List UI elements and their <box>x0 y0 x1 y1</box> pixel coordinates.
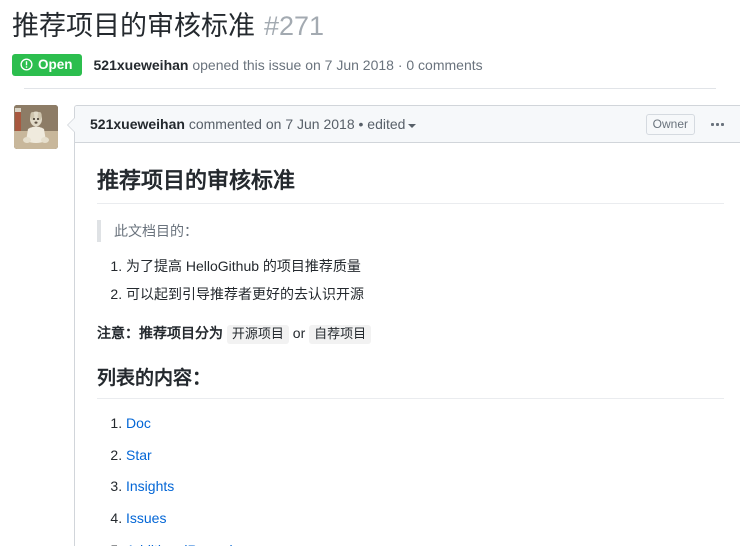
comment-header-actions: Owner <box>645 113 726 135</box>
chevron-down-icon <box>408 123 417 128</box>
note-or: or <box>292 324 306 341</box>
content-link-list: Doc Star Insights Issues AdditionalRemar… <box>97 413 724 546</box>
kebab-menu-icon[interactable] <box>709 119 726 130</box>
issue-opened-icon <box>20 58 33 71</box>
comment-header: 521xueweihan commented on 7 Jun 2018 • e… <box>75 106 740 144</box>
comment-author-link[interactable]: 521xueweihan <box>90 116 185 132</box>
issue-meta-row: Open 521xueweihan opened this issue on 7… <box>12 53 728 77</box>
note-code-self-recommend: 自荐项目 <box>309 324 372 344</box>
list-item: Doc <box>126 413 724 435</box>
header-divider <box>24 88 716 90</box>
owner-badge: Owner <box>645 113 695 135</box>
issue-meta-action: opened this issue on 7 Jun 2018 · 0 comm… <box>192 57 483 73</box>
comment-edited-label: edited <box>367 116 406 133</box>
list-item: AdditionalRemarks <box>126 540 724 546</box>
issue-author-link[interactable]: 521xueweihan <box>94 57 189 73</box>
comment-byline: 521xueweihan commented on 7 Jun 2018 • e… <box>90 116 417 133</box>
purpose-list: 为了提高 HelloGithub 的项目推荐质量 可以起到引导推荐者更好的去认识… <box>97 256 724 305</box>
issue-page: 推荐项目的审核标准 #271 Open 521xueweihan opened … <box>0 0 740 546</box>
issue-meta-text: 521xueweihan opened this issue on 7 Jun … <box>94 58 483 72</box>
issue-title-row: 推荐项目的审核标准 #271 <box>12 10 728 44</box>
body-blockquote: 此文档目的： <box>97 219 724 243</box>
issue-number: #271 <box>264 11 325 41</box>
link-additional-remarks[interactable]: AdditionalRemarks <box>126 542 244 546</box>
body-note: 注意：推荐项目分为 开源项目 or 自荐项目 <box>97 322 724 346</box>
list-item: 可以起到引导推荐者更好的去认识开源 <box>126 284 724 306</box>
list-item: Issues <box>126 508 724 530</box>
status-badge-label: Open <box>38 56 73 72</box>
issue-title: 推荐项目的审核标准 <box>12 11 255 41</box>
body-heading-1: 推荐项目的审核标准 <box>97 167 724 204</box>
link-insights[interactable]: Insights <box>126 478 174 494</box>
comment-box: 521xueweihan commented on 7 Jun 2018 • e… <box>67 105 740 546</box>
comment-thread: 521xueweihan commented on 7 Jun 2018 • e… <box>14 105 740 546</box>
avatar[interactable] <box>14 105 58 150</box>
body-heading-2: 列表的内容： <box>97 367 724 400</box>
link-issues[interactable]: Issues <box>126 510 166 526</box>
comment-body: 推荐项目的审核标准 此文档目的： 为了提高 HelloGithub 的项目推荐质… <box>75 143 740 546</box>
list-item: Insights <box>126 476 724 498</box>
note-prefix: 注意：推荐项目分为 <box>97 324 223 341</box>
link-doc[interactable]: Doc <box>126 415 151 431</box>
list-item: Star <box>126 445 724 467</box>
comment-arrow-inner <box>68 117 76 134</box>
issue-header: 推荐项目的审核标准 #271 Open 521xueweihan opened … <box>0 0 740 90</box>
status-badge[interactable]: Open <box>12 53 82 77</box>
note-code-open-source: 开源项目 <box>226 324 289 344</box>
list-item: 为了提高 HelloGithub 的项目推荐质量 <box>126 256 724 278</box>
comment-action-text: commented on 7 Jun 2018 • <box>188 116 364 133</box>
link-star[interactable]: Star <box>126 447 152 463</box>
comment-edited-button[interactable]: edited <box>367 116 417 133</box>
